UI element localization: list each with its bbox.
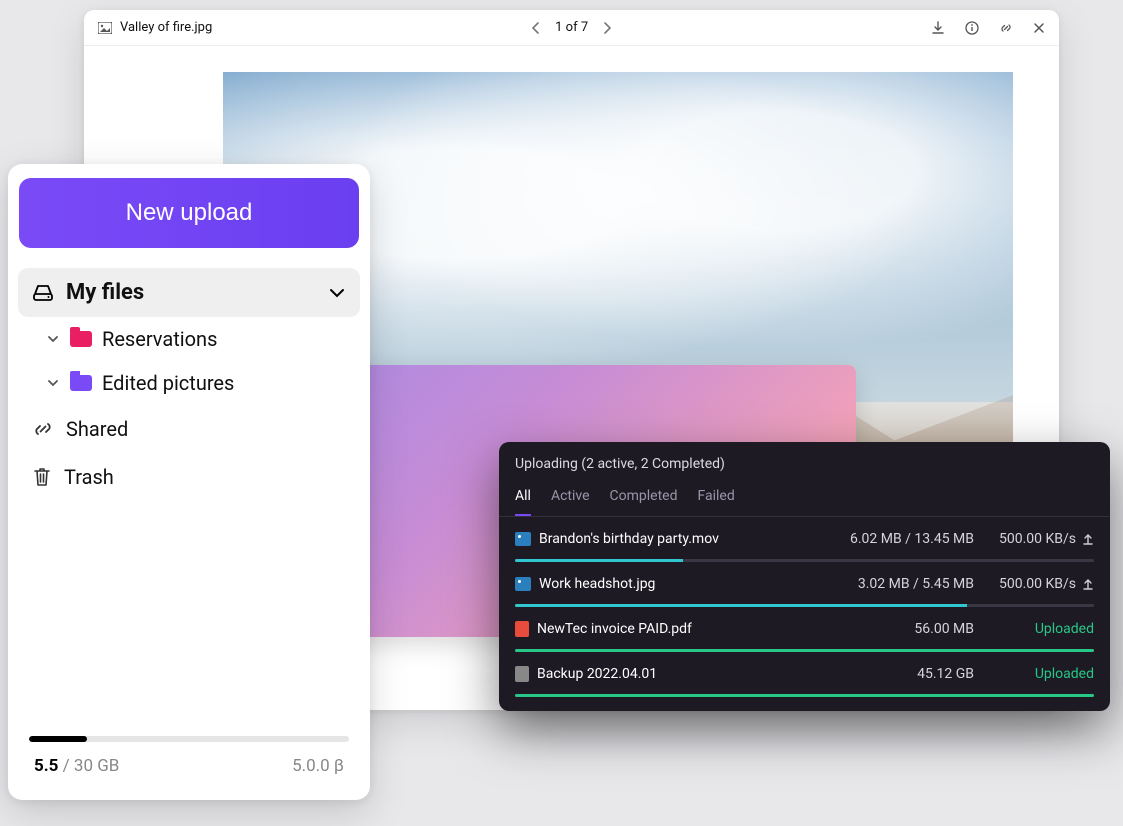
storage-row: 5.5 / 30 GB 5.0.0 β bbox=[18, 756, 360, 786]
sidebar-item-trash[interactable]: Trash bbox=[18, 453, 360, 501]
sidebar-folder-reservations[interactable]: Reservations bbox=[18, 317, 360, 361]
tab-completed[interactable]: Completed bbox=[610, 478, 678, 516]
tab-all[interactable]: All bbox=[515, 478, 531, 516]
storage-used: 5.5 bbox=[34, 756, 58, 776]
image-file-icon bbox=[515, 532, 531, 546]
upload-row: Brandon's birthday party.mov 6.02 MB / 1… bbox=[515, 517, 1094, 562]
viewer-filename: Valley of fire.jpg bbox=[120, 20, 212, 35]
page-counter: 1 of 7 bbox=[555, 20, 588, 35]
viewer-header: Valley of fire.jpg 1 of 7 bbox=[84, 10, 1059, 46]
upload-progress-fill bbox=[515, 694, 1094, 697]
storage-text: 5.5 / 30 GB bbox=[34, 756, 119, 776]
viewer-pager: 1 of 7 bbox=[531, 20, 612, 35]
prev-page-button[interactable] bbox=[531, 22, 541, 34]
sidebar-item-label: Shared bbox=[66, 417, 128, 441]
upload-size: 45.12 GB bbox=[784, 666, 974, 682]
tab-failed[interactable]: Failed bbox=[697, 478, 734, 516]
sidebar-item-label: Trash bbox=[64, 465, 114, 489]
upload-filename: Backup 2022.04.01 bbox=[537, 666, 657, 682]
image-file-icon bbox=[515, 577, 531, 591]
upload-size: 6.02 MB / 13.45 MB bbox=[784, 531, 974, 547]
version-label: 5.0.0 β bbox=[292, 756, 344, 776]
viewer-actions bbox=[931, 21, 1045, 35]
upload-icon bbox=[1082, 578, 1094, 590]
upload-icon bbox=[1082, 533, 1094, 545]
chevron-down-icon bbox=[328, 287, 346, 299]
upload-row: NewTec invoice PAID.pdf 56.00 MB Uploade… bbox=[515, 607, 1094, 652]
sidebar-item-label: Edited pictures bbox=[102, 371, 234, 395]
sidebar-folder-edited-pictures[interactable]: Edited pictures bbox=[18, 361, 360, 405]
upload-panel: Uploading (2 active, 2 Completed) All Ac… bbox=[499, 442, 1110, 711]
upload-size: 56.00 MB bbox=[784, 621, 974, 637]
new-upload-button[interactable]: New upload bbox=[19, 178, 359, 248]
upload-status: Uploaded bbox=[974, 666, 1094, 682]
archive-file-icon bbox=[515, 666, 529, 682]
storage-progress-bar bbox=[29, 736, 349, 742]
storage-total: / 30 GB bbox=[63, 756, 120, 776]
sidebar-item-label: Reservations bbox=[102, 327, 217, 351]
upload-filename: Work headshot.jpg bbox=[539, 576, 655, 592]
upload-status: Uploaded bbox=[974, 621, 1094, 637]
folder-icon bbox=[70, 331, 92, 347]
pdf-file-icon bbox=[515, 621, 529, 637]
viewer-title: Valley of fire.jpg bbox=[98, 20, 212, 35]
upload-panel-header: Uploading (2 active, 2 Completed) bbox=[499, 442, 1110, 478]
upload-filename: NewTec invoice PAID.pdf bbox=[537, 621, 692, 637]
close-button[interactable] bbox=[1033, 22, 1045, 34]
upload-speed: 500.00 KB/s bbox=[974, 531, 1094, 547]
upload-row: Backup 2022.04.01 45.12 GB Uploaded bbox=[515, 652, 1094, 697]
trash-icon bbox=[32, 466, 52, 488]
upload-row: Work headshot.jpg 3.02 MB / 5.45 MB 500.… bbox=[515, 562, 1094, 607]
drive-icon bbox=[32, 284, 54, 302]
chevron-down-icon bbox=[46, 378, 60, 388]
sidebar-item-label: My files bbox=[66, 280, 144, 305]
link-icon bbox=[32, 418, 54, 440]
upload-list: Brandon's birthday party.mov 6.02 MB / 1… bbox=[499, 517, 1110, 711]
tab-active[interactable]: Active bbox=[551, 478, 590, 516]
upload-tabs: All Active Completed Failed bbox=[499, 478, 1110, 517]
upload-speed: 500.00 KB/s bbox=[974, 576, 1094, 592]
sidebar-item-shared[interactable]: Shared bbox=[18, 405, 360, 453]
image-icon bbox=[98, 22, 112, 34]
folder-icon bbox=[70, 375, 92, 391]
upload-filename: Brandon's birthday party.mov bbox=[539, 531, 719, 547]
download-button[interactable] bbox=[931, 21, 945, 35]
next-page-button[interactable] bbox=[602, 22, 612, 34]
info-button[interactable] bbox=[965, 21, 979, 35]
chevron-down-icon bbox=[46, 334, 60, 344]
link-button[interactable] bbox=[999, 21, 1013, 35]
storage-progress-fill bbox=[29, 736, 87, 742]
upload-size: 3.02 MB / 5.45 MB bbox=[784, 576, 974, 592]
sidebar: New upload My files Reservations Edited … bbox=[8, 164, 370, 800]
sidebar-item-my-files[interactable]: My files bbox=[18, 268, 360, 317]
